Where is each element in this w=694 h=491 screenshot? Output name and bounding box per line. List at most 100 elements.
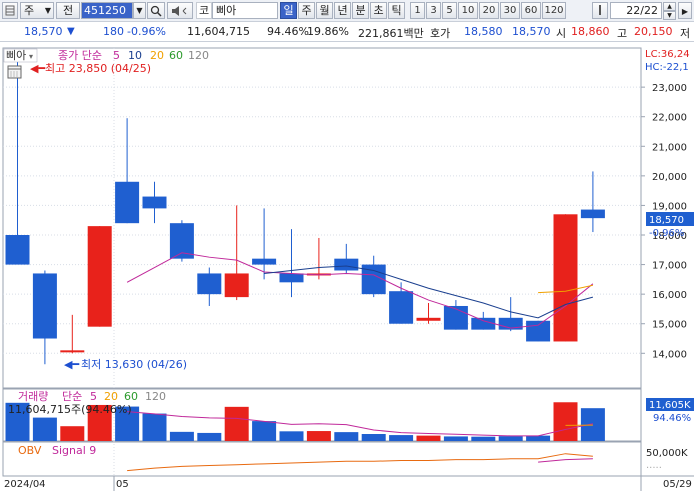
y-tick-label: 15,000 (652, 320, 687, 331)
high-label: 고 (617, 27, 628, 40)
low-label: 저 (680, 27, 691, 40)
sound-button[interactable] (167, 2, 193, 19)
price-change: 180 (103, 25, 124, 38)
market-label: 주 (24, 4, 35, 17)
period-tab-3[interactable]: 년 (334, 2, 351, 19)
count-field[interactable]: 22/22 (610, 2, 662, 19)
candle-body (526, 320, 551, 342)
period-tab-2[interactable]: 월 (316, 2, 333, 19)
interval-tab-20[interactable]: 20 (479, 2, 499, 19)
pane-title-dropdown-icon[interactable]: ▾ (29, 52, 33, 61)
speaker-icon (172, 6, 187, 16)
candle-body (279, 273, 304, 283)
ma-period-60: 60 (169, 49, 183, 62)
interval-tab-1[interactable]: 1 (410, 2, 425, 19)
period-tab-4[interactable]: 분 (352, 2, 369, 19)
chart-area[interactable]: 23,000 22,000 21,000 20,000 19,000 18,000 17,0… (0, 44, 694, 491)
lc-label: LC:36,24 (645, 49, 690, 60)
y-tick-label: 21,000 (652, 142, 687, 153)
y-tick-label: 23,000 (652, 83, 687, 94)
prev-button[interactable]: 전 (56, 2, 80, 19)
obv-signal-label: Signal 9 (52, 444, 96, 457)
obv-y-tick: 50,000K (646, 448, 688, 459)
market-select[interactable]: 주 ▼ (20, 2, 54, 19)
volume-ratio: 94.46% (267, 25, 309, 38)
volume-ma-20: 20 (104, 390, 118, 403)
open-price: 18,860 (571, 25, 610, 38)
volume-ma-label: 단순 (62, 390, 82, 403)
volume-bar (279, 431, 304, 441)
volume-value: 11,604,715 (187, 25, 250, 38)
candle-body (389, 291, 414, 324)
more-button[interactable]: ▶ (678, 2, 692, 19)
down-arrow-icon: ▼ (67, 26, 75, 37)
low-note: 최저 13,630 (04/26) (81, 358, 187, 371)
stock-name: 삐아 (216, 4, 237, 17)
grid-menu-icon (5, 5, 15, 16)
obv-y-tick-ghost: ····· (646, 463, 662, 474)
volume-bar (416, 435, 441, 441)
interval-tab-120[interactable]: 120 (542, 2, 566, 19)
volume-bar (224, 406, 249, 441)
candle-body (5, 235, 30, 265)
stock-name-field[interactable]: 삐아 (212, 2, 278, 19)
candle-body (553, 214, 578, 342)
volume-bar (553, 402, 578, 441)
low-arrow-icon: ◀━ (64, 358, 79, 371)
period-tab-6[interactable]: 틱 (388, 2, 405, 19)
y-tick-label: 16,000 (652, 290, 687, 301)
menu-icon[interactable] (2, 2, 18, 19)
volume-bar (169, 431, 194, 441)
search-button[interactable] (147, 2, 165, 19)
period-tab-5[interactable]: 초 (370, 2, 387, 19)
x-label-month-1: 2024/04 (4, 479, 46, 490)
ma-period-20: 20 (150, 49, 164, 62)
period-tab-1[interactable]: 주 (298, 2, 315, 19)
code-value: 451250 (84, 4, 126, 17)
ma-label: 종가 단순 (58, 49, 102, 62)
candle-body (334, 258, 359, 271)
bid-label: 호가 (430, 27, 451, 40)
candle-body (252, 258, 277, 265)
interval-tab-10[interactable]: 10 (458, 2, 478, 19)
chevron-right-icon: ▶ (681, 7, 689, 16)
current-price-tag-text: 18,570 (649, 215, 684, 226)
turnover-rate: 19.86% (307, 25, 349, 38)
stock-chart[interactable]: 23,00022,00021,00020,00019,00018,00017,0… (0, 44, 694, 491)
chevron-up-icon: ▲ (667, 3, 672, 10)
bar-icon (599, 5, 601, 15)
candle-body (580, 209, 605, 219)
scroll-down-button[interactable]: ▼ (663, 11, 676, 20)
interval-tab-3[interactable]: 3 (426, 2, 441, 19)
x-label-last-date: 05/29 (663, 479, 692, 490)
volume-bar (32, 417, 57, 441)
volume-bar (334, 432, 359, 441)
open-label: 시 (556, 27, 567, 40)
code-dropdown-button[interactable]: ▼ (133, 2, 146, 19)
volume-ma-60: 60 (124, 390, 138, 403)
interval-tab-5[interactable]: 5 (442, 2, 457, 19)
y-tick-label: 22,000 (652, 113, 687, 124)
obv-pane-frame (2, 441, 642, 477)
current-pct-tag: -0.96% (649, 228, 684, 239)
volume-bar (443, 436, 468, 441)
volume-bar (471, 436, 496, 441)
candle-body (197, 273, 222, 295)
current-price: 18,570 (24, 25, 63, 38)
candle-body (115, 181, 140, 224)
chart-settings-button[interactable] (592, 2, 608, 19)
toolbar: 주 ▼ 전 451250 ▼ 코 삐아 22/22 ▲ ▼ ▶ 일주월년분초틱1… (0, 0, 694, 22)
interval-tab-30[interactable]: 30 (500, 2, 520, 19)
pane-title: 삐아 (6, 49, 26, 62)
scroll-up-button[interactable]: ▲ (663, 2, 676, 11)
period-tab-0[interactable]: 일 (280, 2, 297, 19)
y-tick-label: 20,000 (652, 172, 687, 183)
volume-bar (498, 436, 523, 441)
code-input[interactable]: 451250 (81, 2, 133, 19)
y-tick-label: 14,000 (652, 349, 687, 360)
volume-bar (361, 434, 386, 441)
high-note: 최고 23,850 (04/25) (45, 62, 151, 75)
volume-ma-5: 5 (90, 390, 97, 403)
interval-tab-60[interactable]: 60 (521, 2, 541, 19)
calendar-icon[interactable] (7, 65, 22, 79)
